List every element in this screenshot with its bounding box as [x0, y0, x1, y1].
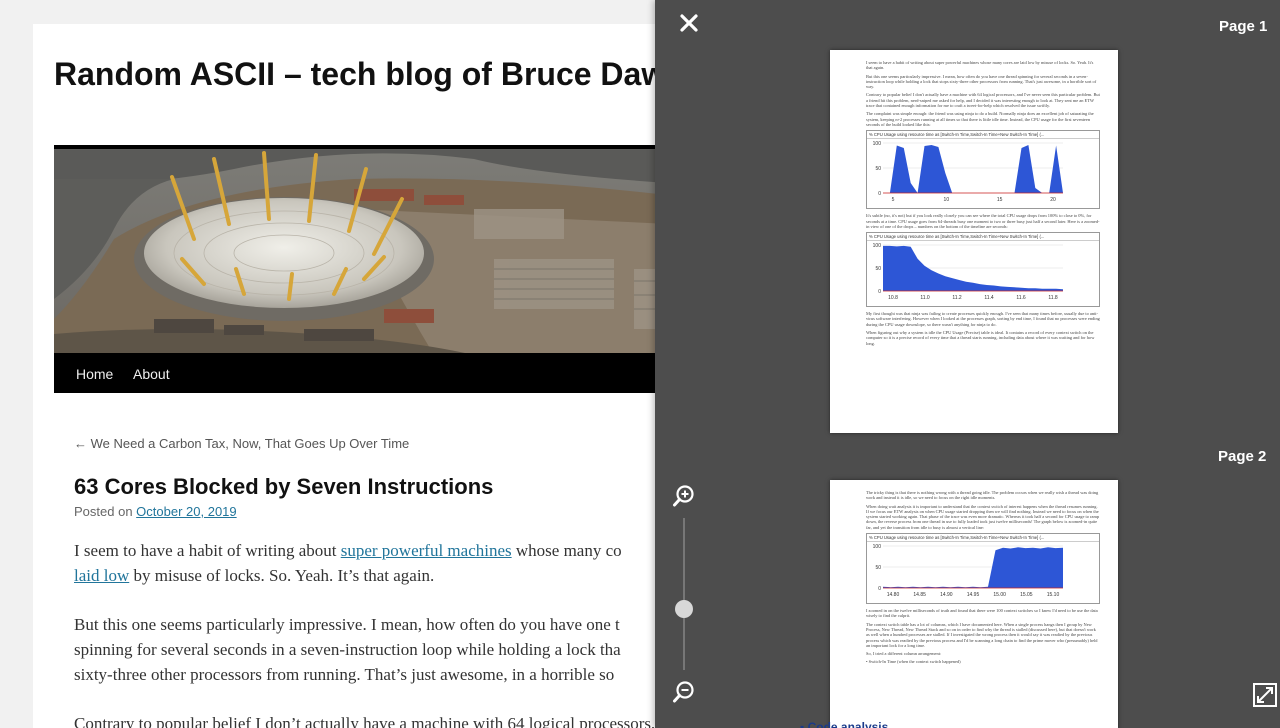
post-date-link[interactable]: October 20, 2019: [136, 504, 236, 519]
previous-post-link[interactable]: ← We Need a Carbon Tax, Now, That Goes U…: [74, 436, 409, 451]
x-tick-label: 11.0: [920, 295, 930, 301]
chart-caption: % CPU Usage using resource time as [Swit…: [867, 233, 1099, 242]
zoom-slider-handle[interactable]: [675, 600, 693, 619]
expand-button[interactable]: [1252, 682, 1278, 708]
thumbnail-paragraph: But this one seems particularly impressi…: [866, 73, 1097, 90]
x-tick-label: 11.2: [952, 295, 962, 301]
x-tick-label: 14.85: [913, 592, 926, 598]
chart-plot: 100 50 0 10.8 11.0 11.2 11.4 11.6 11.8: [873, 243, 1063, 301]
zoom-out-icon: [673, 681, 694, 703]
post-title[interactable]: 63 Cores Blocked by Seven Instructions: [74, 474, 493, 500]
thumbnail-cpu-chart: % CPU Usage using resource time as [Swit…: [866, 533, 1100, 605]
paragraph-1-line-1: I seem to have a habit of writing about …: [74, 538, 724, 563]
posted-prefix: Posted on: [74, 504, 133, 519]
link-super-powerful-machines[interactable]: super powerful machines: [341, 541, 512, 560]
x-tick-label: 11.4: [984, 295, 994, 301]
thumbnail-cpu-chart: % CPU Usage using resource time as [Swit…: [866, 232, 1100, 308]
thumbnail-paragraph: So, I tried a different column arrangeme…: [866, 651, 942, 657]
y-tick-label: 100: [873, 243, 882, 249]
x-tick-label: 10: [944, 197, 950, 203]
x-tick-label: 15.05: [1020, 592, 1033, 598]
y-tick-label: 0: [878, 191, 881, 197]
expand-icon: [1253, 683, 1277, 707]
y-tick-label: 0: [878, 289, 881, 295]
post-date: Posted on October 20, 2019: [74, 504, 237, 519]
x-tick-label: 10.8: [888, 295, 898, 301]
paragraph-2-line-3: sixty-three other processors from runnin…: [74, 665, 615, 684]
thumbnail-paragraph: When figuring out why a system is idle t…: [866, 330, 1095, 346]
page-1-label: Page 1: [1219, 18, 1268, 35]
nav-home[interactable]: Home: [76, 366, 113, 382]
zoom-in-button[interactable]: [672, 484, 696, 508]
x-tick-label: 15: [997, 197, 1003, 203]
close-button[interactable]: [677, 11, 701, 35]
x-tick-label: 11.6: [1016, 295, 1026, 301]
x-tick-label: 14.95: [967, 592, 980, 598]
nav-about[interactable]: About: [133, 366, 170, 382]
page-2-thumbnail[interactable]: The tricky thing is that there is nothin…: [830, 480, 1118, 728]
text-span: by misuse of locks. So. Yeah. It’s that …: [129, 566, 435, 585]
cpu-usage-area: [883, 145, 1063, 194]
text-span: I seem to have a habit of writing about: [74, 541, 341, 560]
peek-link[interactable]: ▪ Code analysis: [800, 720, 888, 728]
text-span: whose many co: [511, 541, 622, 560]
x-tick-label: 11.8: [1048, 295, 1058, 301]
thumbnail-paragraph: When doing wait analysis it is important…: [866, 503, 1100, 530]
zoom-in-icon: [673, 485, 694, 507]
zoom-slider-track[interactable]: [683, 518, 685, 670]
thumbnail-paragraph: The tricky thing is that there is nothin…: [866, 490, 1099, 501]
chart-caption: % CPU Usage using resource time as [Swit…: [867, 131, 1099, 140]
thumbnail-paragraph: The context switch table has a lot of co…: [866, 621, 1098, 648]
thumbnail-paragraph: It's subtle (no, it's not) but if you lo…: [866, 213, 1100, 229]
thumbnail-paragraph: My first thought was that ninja was fail…: [866, 311, 1100, 327]
paragraph-3-line-1: Contrary to popular belief I don’t actua…: [74, 714, 685, 728]
chart-plot: 100 50 0 14.80 14.85 14.90 14.95 15.00 15.05 15.1…: [873, 544, 1063, 598]
paragraph-1-line-2: laid low by misuse of locks. So. Yeah. I…: [74, 563, 724, 588]
link-laid-low[interactable]: laid low: [74, 566, 129, 585]
chart-plot: 100 50 0 5 10 15 20: [873, 141, 1063, 203]
paragraph-2-line-1: But this one seems particularly impressi…: [74, 615, 620, 634]
y-tick-label: 50: [875, 266, 881, 272]
page-1-thumbnail[interactable]: I seem to have a habit of writing about …: [830, 50, 1118, 433]
x-tick-label: 15.10: [1047, 592, 1060, 598]
x-tick-label: 14.80: [887, 592, 900, 598]
x-tick-label: 5: [892, 197, 895, 203]
cpu-usage-area: [883, 246, 1063, 292]
thumbnail-paragraph: • Switch-In Time (when the context switc…: [866, 659, 961, 665]
y-tick-label: 100: [873, 544, 882, 550]
x-tick-label: 14.90: [940, 592, 953, 598]
thumbnail-cpu-chart: % CPU Usage using resource time as [Swit…: [866, 130, 1100, 210]
thumbnail-paragraph: I zoomed in on the twelve milliseconds o…: [866, 608, 1098, 619]
thumbnail-paragraph: The complaint was simple enough: the fri…: [866, 111, 1094, 127]
close-icon: [680, 14, 698, 32]
chart-caption: % CPU Usage using resource time as [Swit…: [867, 534, 1099, 543]
thumbnail-paragraph: I seem to have a habit of writing about …: [866, 60, 1094, 71]
zoom-out-button[interactable]: [672, 680, 696, 704]
peek-link-text: Code analysis: [807, 720, 889, 728]
thumbnail-paragraph: Contrary to popular belief I don't actua…: [866, 92, 1100, 109]
x-tick-label: 20: [1050, 197, 1056, 203]
y-tick-label: 0: [878, 586, 881, 592]
site-title[interactable]: Random ASCII – tech blog of Bruce Daws: [54, 56, 684, 93]
cpu-usage-area: [883, 547, 1063, 589]
paragraph-2-line-2: spinning for several seconds in a seven-…: [74, 640, 621, 659]
y-tick-label: 50: [875, 166, 881, 172]
page-2-label: Page 2: [1218, 448, 1267, 465]
y-tick-label: 100: [873, 141, 882, 147]
y-tick-label: 50: [875, 565, 881, 571]
print-preview-panel: Page 1 I seem to have a habit of writing…: [655, 0, 1280, 728]
x-tick-label: 15.00: [993, 592, 1006, 598]
